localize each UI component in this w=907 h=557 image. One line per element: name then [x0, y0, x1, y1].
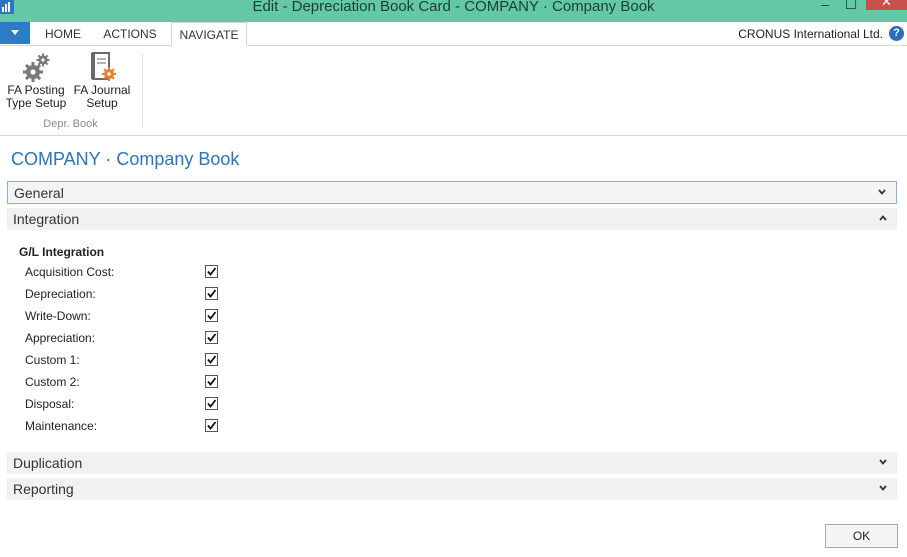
help-icon[interactable]: ? [889, 26, 904, 41]
checkmark-icon [207, 311, 217, 320]
checkmark-icon [207, 399, 217, 408]
ok-button[interactable]: OK [825, 524, 898, 548]
fasttab-integration[interactable]: Integration [7, 208, 897, 230]
fasttab-duplication[interactable]: Duplication [7, 452, 897, 474]
fasttab-reporting-label: Reporting [13, 481, 74, 497]
application-menu-button[interactable] [0, 22, 30, 44]
tab-home[interactable]: HOME [38, 22, 88, 46]
fasttab-duplication-label: Duplication [13, 455, 83, 471]
tab-navigate[interactable]: NAVIGATE [171, 22, 247, 46]
checkmark-icon [207, 355, 217, 364]
ribbon-tabs: HOME ACTIONS NAVIGATE CRONUS Internation… [0, 22, 907, 46]
fa-posting-type-setup-button[interactable]: FA Posting Type Setup [3, 50, 69, 110]
fa-journal-setup-button[interactable]: FA Journal Setup [69, 50, 135, 110]
custom-2-label: Custom 2: [25, 375, 80, 389]
gl-integration-group-title: G/L Integration [19, 245, 105, 259]
checkmark-icon [207, 289, 217, 298]
checkmark-icon [207, 267, 217, 276]
ribbon-navigate-panel: FA Posting Type Setup FA Journal Setup D… [0, 46, 907, 136]
depreciation-label: Depreciation: [25, 287, 96, 301]
acquisition-cost-checkbox[interactable] [205, 265, 218, 278]
page-title: COMPANY · Company Book [11, 149, 240, 169]
close-button[interactable]: ✕ [866, 0, 907, 10]
disposal-label: Disposal: [25, 397, 75, 411]
journal-setup-icon [91, 52, 116, 81]
custom-2-checkbox[interactable] [205, 375, 218, 388]
minimize-button[interactable]: – [812, 0, 838, 12]
disposal-checkbox[interactable] [205, 397, 218, 410]
company-name: CRONUS International Ltd. [738, 27, 883, 41]
fasttab-general[interactable]: General [7, 181, 897, 204]
checkmark-icon [207, 377, 217, 386]
button-label-line2: Setup [86, 96, 118, 110]
depreciation-checkbox[interactable] [205, 287, 218, 300]
fasttab-integration-label: Integration [13, 211, 80, 227]
custom-1-checkbox[interactable] [205, 353, 218, 366]
maintenance-checkbox[interactable] [205, 419, 218, 432]
write-down-label: Write-Down: [25, 309, 91, 323]
chevron-down-icon [879, 485, 887, 491]
acquisition-cost-label: Acquisition Cost: [25, 265, 115, 279]
window-title: Edit - Depreciation Book Card - COMPANY … [252, 0, 655, 15]
chevron-down-icon [879, 459, 887, 465]
fasttab-general-label: General [14, 185, 64, 201]
ribbon-group-label: Depr. Book [43, 118, 98, 130]
dropdown-arrow-icon [11, 30, 19, 35]
write-down-checkbox[interactable] [205, 309, 218, 322]
custom-1-label: Custom 1: [25, 353, 80, 367]
title-bar: Edit - Depreciation Book Card - COMPANY … [0, 0, 907, 22]
appreciation-checkbox[interactable] [205, 331, 218, 344]
ribbon-group-divider [142, 54, 143, 128]
checkmark-icon [207, 421, 217, 430]
fasttab-reporting[interactable]: Reporting [7, 478, 897, 500]
appreciation-label: Appreciation: [25, 331, 96, 345]
chevron-up-icon [879, 215, 887, 221]
button-label-line2: Type Setup [5, 96, 67, 110]
chevron-down-icon [878, 189, 886, 195]
checkmark-icon [207, 333, 217, 342]
maintenance-label: Maintenance: [25, 419, 98, 433]
maximize-button[interactable]: ☐ [838, 0, 864, 12]
gears-icon [23, 53, 50, 82]
tab-actions[interactable]: ACTIONS [96, 22, 164, 46]
